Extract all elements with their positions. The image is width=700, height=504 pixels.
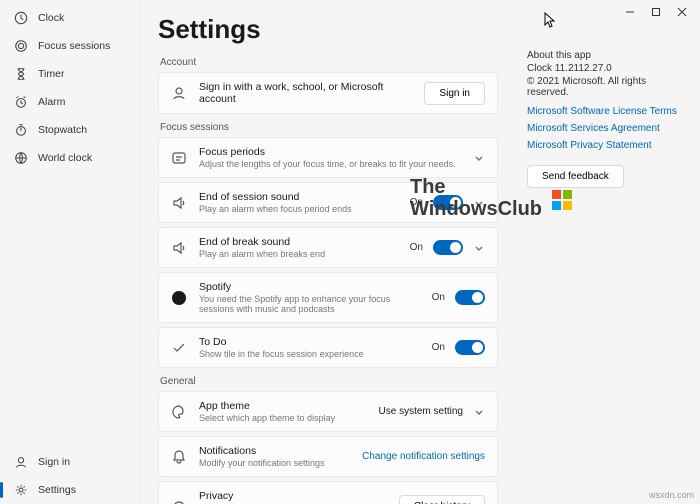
todo-toggle[interactable] [455, 340, 485, 355]
toggle-state: On [432, 292, 445, 303]
card-title: Notifications [199, 445, 350, 457]
section-account-label: Account [160, 57, 498, 68]
about-panel: About this app Clock 11.2112.27.0 © 2021… [527, 50, 682, 188]
source-watermark: wsxdn.com [649, 490, 694, 500]
toggle-state: On [432, 342, 445, 353]
about-version: Clock 11.2112.27.0 [527, 63, 682, 74]
speaker-icon [171, 195, 187, 211]
change-notifications-link[interactable]: Change notification settings [362, 451, 485, 462]
sidebar-item-stopwatch[interactable]: Stopwatch [0, 116, 139, 144]
privacy-link[interactable]: Microsoft Privacy Statement [527, 140, 682, 151]
end-session-toggle[interactable] [433, 195, 463, 210]
toggle-state: On [410, 242, 423, 253]
license-link[interactable]: Microsoft Software License Terms [527, 106, 682, 117]
section-focus-label: Focus sessions [160, 122, 498, 133]
privacy-row: Privacy Your data is stored on your devi… [158, 481, 498, 504]
alarm-icon [14, 95, 28, 109]
card-sub: Modify your notification settings [199, 458, 350, 468]
card-sub: Play an alarm when breaks end [199, 249, 398, 259]
toggle-state: On [410, 197, 423, 208]
user-icon [171, 85, 187, 101]
clear-history-button[interactable]: Clear history [399, 495, 485, 504]
card-sub: Adjust the lengths of your focus time, o… [199, 159, 461, 169]
end-session-sound-row[interactable]: End of session sound Play an alarm when … [158, 182, 498, 223]
card-sub: You need the Spotify app to enhance your… [199, 294, 420, 314]
app-theme-row[interactable]: App theme Select which app theme to disp… [158, 391, 498, 432]
main-content: Settings Account Sign in with a work, sc… [140, 0, 700, 504]
titlebar-controls [618, 2, 694, 22]
card-sub: Play an alarm when focus period ends [199, 204, 398, 214]
signin-button[interactable]: Sign in [424, 82, 485, 105]
focus-icon [171, 150, 187, 166]
card-title: End of break sound [199, 236, 398, 248]
section-general-label: General [160, 376, 498, 387]
bell-icon [171, 449, 187, 465]
sidebar-item-label: Alarm [38, 96, 65, 108]
sidebar-item-label: Clock [38, 12, 64, 24]
about-title: About this app [527, 50, 682, 61]
spotify-toggle[interactable] [455, 290, 485, 305]
page-title: Settings [158, 14, 498, 45]
spotify-icon [171, 290, 187, 306]
speaker-icon [171, 240, 187, 256]
chevron-down-icon [473, 197, 485, 209]
sidebar-item-label: World clock [38, 152, 92, 164]
sidebar-item-focus[interactable]: Focus sessions [0, 32, 139, 60]
sidebar-item-settings[interactable]: Settings [0, 476, 139, 504]
chevron-down-icon [473, 406, 485, 418]
card-title: Sign in with a work, school, or Microsof… [199, 81, 412, 105]
gear-icon [14, 483, 28, 497]
clock-icon [14, 11, 28, 25]
sidebar-item-label: Timer [38, 68, 64, 80]
chevron-down-icon [473, 242, 485, 254]
card-sub: Select which app theme to display [199, 413, 367, 423]
windows-logo-icon [552, 190, 572, 210]
minimize-button[interactable] [624, 6, 636, 18]
globe-icon [14, 151, 28, 165]
chevron-down-icon [473, 152, 485, 164]
sidebar-item-label: Sign in [38, 456, 70, 468]
sidebar-item-label: Settings [38, 484, 76, 496]
card-title: Privacy [199, 490, 387, 502]
focus-periods-row[interactable]: Focus periods Adjust the lengths of your… [158, 137, 498, 178]
spotify-row: Spotify You need the Spotify app to enha… [158, 272, 498, 323]
paint-icon [171, 404, 187, 420]
card-sub: Show tile in the focus session experienc… [199, 349, 420, 359]
services-link[interactable]: Microsoft Services Agreement [527, 123, 682, 134]
sidebar: Clock Focus sessions Timer Alarm Stopwat… [0, 0, 140, 504]
history-icon [171, 499, 187, 504]
end-break-toggle[interactable] [433, 240, 463, 255]
target-icon [14, 39, 28, 53]
about-copyright: © 2021 Microsoft. All rights reserved. [527, 76, 682, 98]
sidebar-item-label: Stopwatch [38, 124, 87, 136]
sidebar-item-label: Focus sessions [38, 40, 110, 52]
sidebar-item-alarm[interactable]: Alarm [0, 88, 139, 116]
theme-value: Use system setting [379, 406, 463, 417]
check-icon [171, 340, 187, 356]
account-signin-row: Sign in with a work, school, or Microsof… [158, 72, 498, 114]
feedback-button[interactable]: Send feedback [527, 165, 624, 188]
close-button[interactable] [676, 6, 688, 18]
stopwatch-icon [14, 123, 28, 137]
card-title: Spotify [199, 281, 420, 293]
sidebar-item-timer[interactable]: Timer [0, 60, 139, 88]
sidebar-item-clock[interactable]: Clock [0, 4, 139, 32]
card-title: End of session sound [199, 191, 398, 203]
end-break-sound-row[interactable]: End of break sound Play an alarm when br… [158, 227, 498, 268]
card-title: To Do [199, 336, 420, 348]
card-title: Focus periods [199, 146, 461, 158]
todo-row: To Do Show tile in the focus session exp… [158, 327, 498, 368]
hourglass-icon [14, 67, 28, 81]
user-icon [14, 455, 28, 469]
card-title: App theme [199, 400, 367, 412]
sidebar-item-world-clock[interactable]: World clock [0, 144, 139, 172]
maximize-button[interactable] [650, 6, 662, 18]
notifications-row: Notifications Modify your notification s… [158, 436, 498, 477]
sidebar-item-signin[interactable]: Sign in [0, 448, 139, 476]
